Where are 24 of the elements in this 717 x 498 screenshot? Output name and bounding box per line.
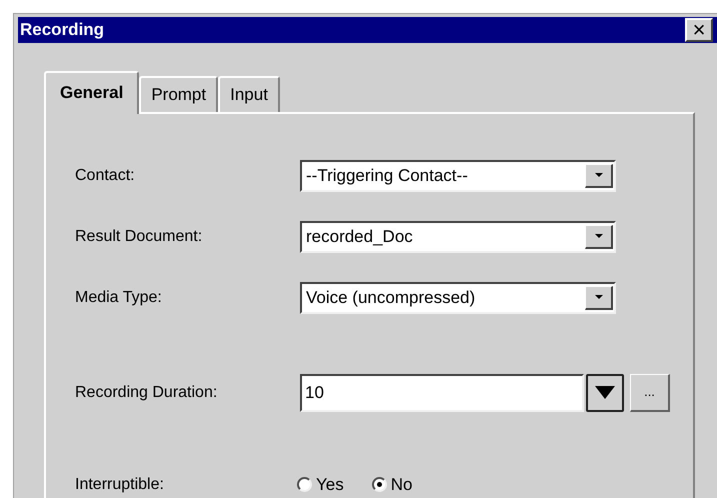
dropdown[interactable]: Voice (uncompressed) [300, 282, 616, 314]
caret-icon [594, 234, 602, 238]
caret-icon [594, 173, 602, 177]
tab[interactable]: Prompt [139, 76, 218, 112]
radio-button[interactable] [372, 477, 387, 492]
window-title: Recording [20, 19, 104, 41]
tab[interactable]: General [44, 70, 140, 114]
input-field[interactable]: 10 [300, 374, 584, 412]
caret-icon [594, 295, 602, 299]
dropdown-button[interactable] [586, 374, 624, 412]
close-button[interactable]: × [685, 18, 713, 42]
field-label: Contact: [75, 166, 136, 186]
radio-button[interactable] [297, 477, 312, 492]
field-label: Interruptible: [75, 474, 165, 494]
browse-button[interactable]: ... [630, 374, 670, 412]
caret-icon [595, 386, 615, 399]
tab[interactable]: Input [218, 76, 280, 112]
radio-option[interactable]: Yes [297, 472, 344, 498]
dropdown[interactable]: recorded_Doc [300, 220, 616, 252]
radio-option[interactable]: No [372, 472, 412, 498]
field-label: Media Type: [75, 288, 163, 308]
field-label: Recording Duration: [75, 382, 218, 402]
dropdown[interactable]: --Triggering Contact-- [300, 160, 616, 192]
field-label: Result Document: [75, 226, 204, 246]
